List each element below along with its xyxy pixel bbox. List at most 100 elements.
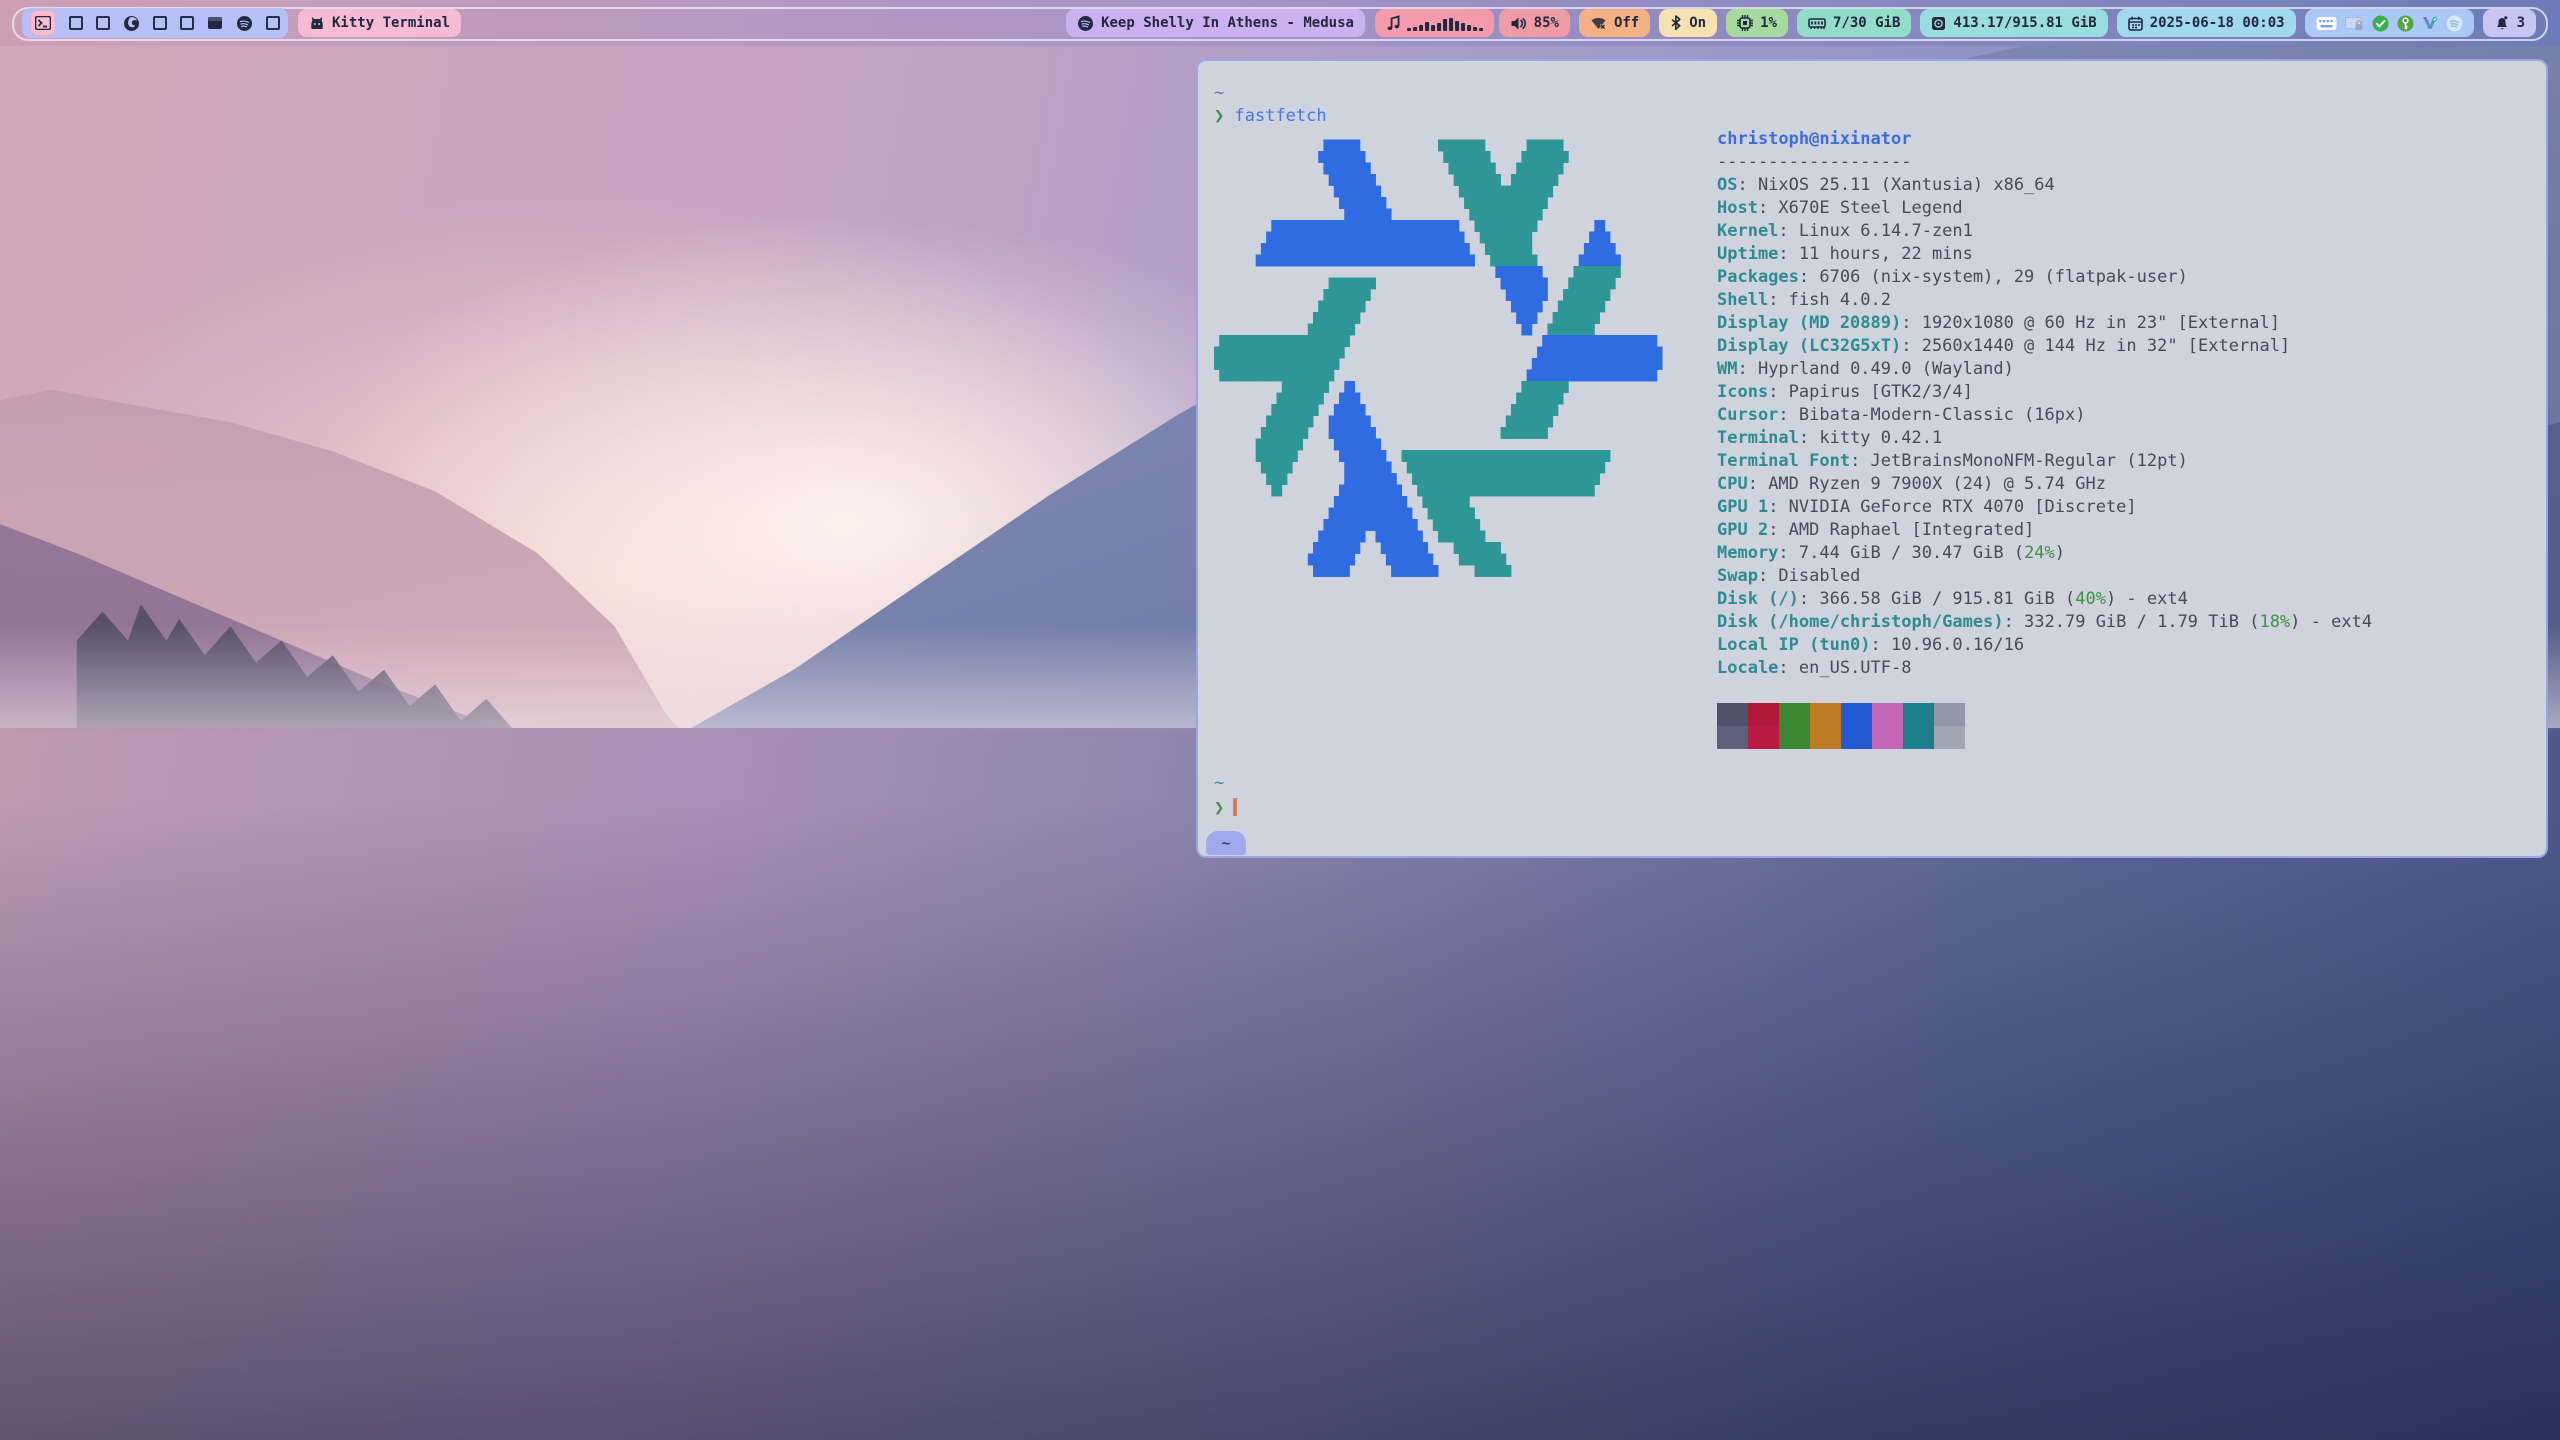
info-line: OS: NixOS 25.11 (Xantusia) x86_64 <box>1717 174 2372 197</box>
prompt-symbol: ❯ <box>1214 106 1224 126</box>
info-line: christoph@nixinator <box>1717 128 2372 151</box>
workspace-switcher <box>22 8 288 38</box>
audio-visualizer-widget[interactable] <box>1375 9 1494 37</box>
info-line: Host: X670E Steel Legend <box>1717 197 2372 220</box>
palette-bright <box>1717 726 2372 749</box>
command-text <box>1224 106 1234 126</box>
palette-swatch <box>1872 726 1903 749</box>
memory-label: 7/30 GiB <box>1833 15 1900 31</box>
memory-widget[interactable]: 7/30 GiB <box>1797 9 1911 37</box>
palette-swatch <box>1717 703 1748 726</box>
palette-swatch <box>1903 726 1934 749</box>
disk-label: 413.17/915.81 GiB <box>1953 15 2096 31</box>
workspace-4[interactable] <box>123 15 140 32</box>
info-line: ------------------- <box>1717 151 2372 174</box>
palette-swatch <box>1717 726 1748 749</box>
cpu-icon <box>1737 15 1753 31</box>
screenshot-lock-icon[interactable] <box>2345 16 2364 31</box>
clock-widget[interactable]: 2025-06-18 00:03 <box>2117 9 2296 37</box>
terminal-tab[interactable]: ~ <box>1206 831 1246 855</box>
workspace-1-active[interactable] <box>30 10 56 36</box>
volume-widget[interactable]: 85% <box>1499 9 1570 37</box>
notifications-widget[interactable]: 3 <box>2483 9 2536 37</box>
info-line: Local IP (tun0): 10.96.0.16/16 <box>1717 634 2372 657</box>
info-line: Memory: 7.44 GiB / 30.47 GiB (24%) <box>1717 542 2372 565</box>
palette-swatch <box>1779 726 1810 749</box>
workspace-7[interactable] <box>207 16 223 30</box>
palette-swatch <box>1841 703 1872 726</box>
fastfetch-info: christoph@nixinator-------------------OS… <box>1717 128 2372 749</box>
cpu-label: 1% <box>1760 15 1777 31</box>
prompt-cwd: ~ <box>1214 773 1224 793</box>
vesktop-icon[interactable] <box>2422 15 2438 31</box>
active-window-title[interactable]: Kitty Terminal <box>298 9 461 37</box>
prompt-cwd: ~ <box>1214 83 1224 103</box>
terminal-window[interactable]: ~ ❯ fastfetch christoph@nixinator-------… <box>1196 59 2548 858</box>
info-line: GPU 1: NVIDIA GeForce RTX 4070 [Discrete… <box>1717 496 2372 519</box>
bluetooth-icon <box>1670 15 1682 31</box>
ram-icon <box>1808 16 1826 30</box>
bluetooth-widget[interactable]: On <box>1659 9 1717 37</box>
info-line: Icons: Papirus [GTK2/3/4] <box>1717 381 2372 404</box>
notification-count: 3 <box>2517 15 2525 31</box>
network-label: Off <box>1614 15 1639 31</box>
info-line: Cursor: Bibata-Modern-Classic (16px) <box>1717 404 2372 427</box>
palette-swatch <box>1841 726 1872 749</box>
info-line: Display (MD 20889): 1920x1080 @ 60 Hz in… <box>1717 312 2372 335</box>
spotify-tray-icon[interactable] <box>2446 15 2463 32</box>
palette-swatch <box>1779 703 1810 726</box>
palette-swatch <box>1903 703 1934 726</box>
info-line: Shell: fish 4.0.2 <box>1717 289 2372 312</box>
bell-icon <box>2494 15 2510 31</box>
status-bar: Kitty Terminal Keep Shelly In Athens - M… <box>0 0 2560 46</box>
calendar-icon <box>2128 16 2143 31</box>
info-line: CPU: AMD Ryzen 9 7900X (24) @ 5.74 GHz <box>1717 473 2372 496</box>
info-line: Locale: en_US.UTF-8 <box>1717 657 2372 680</box>
window-title-label: Kitty Terminal <box>332 15 450 31</box>
info-line: Terminal Font: JetBrainsMonoNFM-Regular … <box>1717 450 2372 473</box>
workspace-9[interactable] <box>266 16 280 30</box>
bluetooth-label: On <box>1689 15 1706 31</box>
palette-normal <box>1717 703 2372 726</box>
info-line: Disk (/home/christoph/Games): 332.79 GiB… <box>1717 611 2372 634</box>
prompt-symbol: ❯ <box>1214 798 1224 818</box>
info-line: Display (LC32G5xT): 2560x1440 @ 144 Hz i… <box>1717 335 2372 358</box>
cpu-widget[interactable]: 1% <box>1726 9 1788 37</box>
volume-label: 85% <box>1534 15 1559 31</box>
music-note-icon <box>1386 15 1401 31</box>
clock-label: 2025-06-18 00:03 <box>2150 15 2285 31</box>
info-line: Uptime: 11 hours, 22 mins <box>1717 243 2372 266</box>
palette-swatch <box>1810 726 1841 749</box>
workspace-6[interactable] <box>180 16 194 30</box>
check-circle-icon[interactable] <box>2372 15 2389 32</box>
media-player-widget[interactable]: Keep Shelly In Athens - Medusa <box>1066 9 1365 37</box>
keyboard-icon[interactable] <box>2316 16 2337 31</box>
palette-swatch <box>1934 703 1965 726</box>
workspace-8[interactable] <box>236 15 253 32</box>
now-playing-label: Keep Shelly In Athens - Medusa <box>1101 15 1354 31</box>
info-line: WM: Hyprland 0.49.0 (Wayland) <box>1717 358 2372 381</box>
terminal-icon <box>35 16 51 30</box>
disk-icon <box>1931 16 1946 31</box>
palette-swatch <box>1810 703 1841 726</box>
nixos-logo <box>1214 128 1672 588</box>
terminal-content[interactable]: ~ ❯ fastfetch christoph@nixinator-------… <box>1198 61 2546 856</box>
wifi-off-icon <box>1590 16 1607 31</box>
palette-swatch <box>1934 726 1965 749</box>
key-icon[interactable] <box>2397 15 2414 32</box>
info-line: Kernel: Linux 6.14.7-zen1 <box>1717 220 2372 243</box>
info-line: GPU 2: AMD Raphael [Integrated] <box>1717 519 2372 542</box>
cat-icon <box>309 16 325 30</box>
terminal-tab-bar: ~ <box>1198 830 2546 856</box>
info-line: Swap: Disabled <box>1717 565 2372 588</box>
palette-swatch <box>1872 703 1903 726</box>
workspace-3[interactable] <box>96 16 110 30</box>
disk-widget[interactable]: 413.17/915.81 GiB <box>1920 9 2107 37</box>
palette-swatch <box>1748 726 1779 749</box>
network-widget[interactable]: Off <box>1579 9 1650 37</box>
workspace-2[interactable] <box>69 16 83 30</box>
equalizer-bars <box>1407 16 1483 31</box>
workspace-5[interactable] <box>153 16 167 30</box>
text-cursor <box>1233 798 1237 816</box>
palette-swatch <box>1748 703 1779 726</box>
